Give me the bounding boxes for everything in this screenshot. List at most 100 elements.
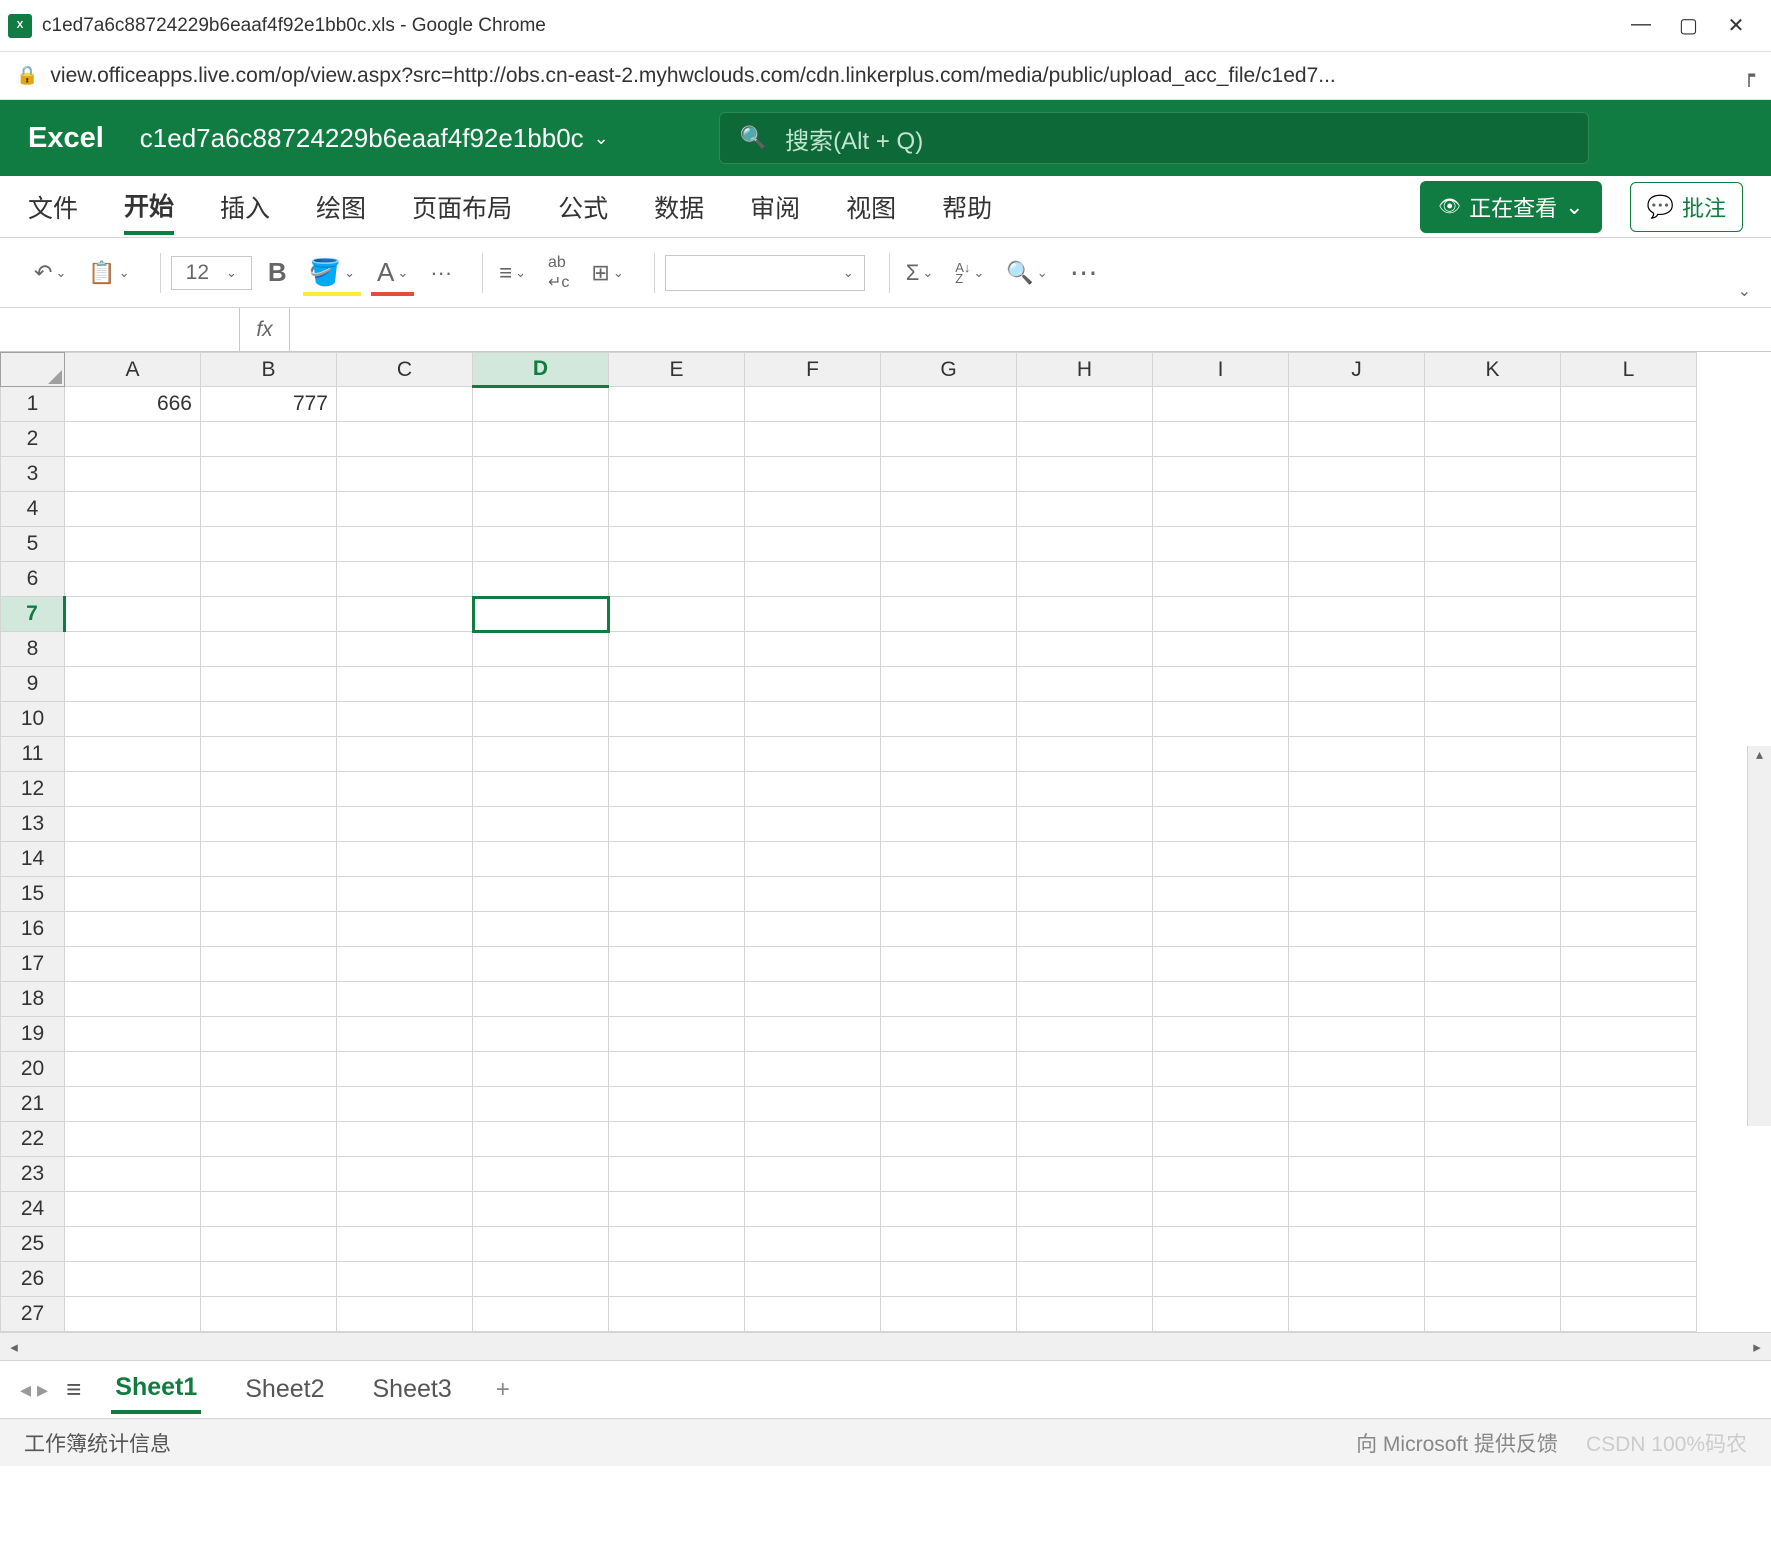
cell-G5[interactable] xyxy=(881,527,1017,562)
cell-E1[interactable] xyxy=(609,387,745,422)
wrap-text-button[interactable]: ab↵c xyxy=(542,250,575,296)
cell-D21[interactable] xyxy=(473,1087,609,1122)
cell-F9[interactable] xyxy=(745,667,881,702)
cell-C26[interactable] xyxy=(337,1262,473,1297)
row-header-5[interactable]: 5 xyxy=(1,527,65,562)
fill-color-button[interactable]: 🪣⌄ xyxy=(303,253,361,292)
column-header-H[interactable]: H xyxy=(1017,353,1153,387)
column-header-K[interactable]: K xyxy=(1425,353,1561,387)
tab-formulas[interactable]: 公式 xyxy=(558,181,608,233)
cell-K9[interactable] xyxy=(1425,667,1561,702)
cell-G9[interactable] xyxy=(881,667,1017,702)
cell-C6[interactable] xyxy=(337,562,473,597)
cell-K17[interactable] xyxy=(1425,947,1561,982)
cell-G21[interactable] xyxy=(881,1087,1017,1122)
cell-G10[interactable] xyxy=(881,702,1017,737)
cell-B13[interactable] xyxy=(201,807,337,842)
cell-D2[interactable] xyxy=(473,422,609,457)
cell-D14[interactable] xyxy=(473,842,609,877)
cell-K6[interactable] xyxy=(1425,562,1561,597)
cell-D7[interactable] xyxy=(473,597,609,632)
cell-L16[interactable] xyxy=(1561,912,1697,947)
cell-J3[interactable] xyxy=(1289,457,1425,492)
cell-E8[interactable] xyxy=(609,632,745,667)
undo-button[interactable]: ↶⌄ xyxy=(28,256,72,290)
cell-A25[interactable] xyxy=(65,1227,201,1262)
vertical-scrollbar[interactable]: ▴ xyxy=(1747,746,1771,1126)
column-header-F[interactable]: F xyxy=(745,353,881,387)
cell-C24[interactable] xyxy=(337,1192,473,1227)
cell-I14[interactable] xyxy=(1153,842,1289,877)
cell-G20[interactable] xyxy=(881,1052,1017,1087)
cell-L9[interactable] xyxy=(1561,667,1697,702)
row-header-22[interactable]: 22 xyxy=(1,1122,65,1157)
tab-draw[interactable]: 绘图 xyxy=(316,181,366,233)
tab-review[interactable]: 审阅 xyxy=(750,181,800,233)
autosum-button[interactable]: Σ⌄ xyxy=(900,256,940,290)
cell-B6[interactable] xyxy=(201,562,337,597)
cell-J24[interactable] xyxy=(1289,1192,1425,1227)
cell-I11[interactable] xyxy=(1153,737,1289,772)
cell-H8[interactable] xyxy=(1017,632,1153,667)
cell-A18[interactable] xyxy=(65,982,201,1017)
cell-K21[interactable] xyxy=(1425,1087,1561,1122)
tab-file[interactable]: 文件 xyxy=(28,181,78,233)
cell-G18[interactable] xyxy=(881,982,1017,1017)
cell-E27[interactable] xyxy=(609,1297,745,1332)
cell-I21[interactable] xyxy=(1153,1087,1289,1122)
cell-G19[interactable] xyxy=(881,1017,1017,1052)
cell-E26[interactable] xyxy=(609,1262,745,1297)
cell-B20[interactable] xyxy=(201,1052,337,1087)
cell-K10[interactable] xyxy=(1425,702,1561,737)
cell-H14[interactable] xyxy=(1017,842,1153,877)
row-header-3[interactable]: 3 xyxy=(1,457,65,492)
cell-C5[interactable] xyxy=(337,527,473,562)
cell-A13[interactable] xyxy=(65,807,201,842)
cell-B25[interactable] xyxy=(201,1227,337,1262)
cell-G26[interactable] xyxy=(881,1262,1017,1297)
cell-K13[interactable] xyxy=(1425,807,1561,842)
cell-B16[interactable] xyxy=(201,912,337,947)
cell-G22[interactable] xyxy=(881,1122,1017,1157)
row-header-26[interactable]: 26 xyxy=(1,1262,65,1297)
cell-G2[interactable] xyxy=(881,422,1017,457)
cell-B21[interactable] xyxy=(201,1087,337,1122)
cell-A26[interactable] xyxy=(65,1262,201,1297)
cell-J12[interactable] xyxy=(1289,772,1425,807)
cell-J21[interactable] xyxy=(1289,1087,1425,1122)
cell-K14[interactable] xyxy=(1425,842,1561,877)
cell-H21[interactable] xyxy=(1017,1087,1153,1122)
cell-E19[interactable] xyxy=(609,1017,745,1052)
cell-I27[interactable] xyxy=(1153,1297,1289,1332)
cell-B5[interactable] xyxy=(201,527,337,562)
number-format-selector[interactable]: ⌄ xyxy=(665,255,865,291)
zoom-icon[interactable]: ┍ xyxy=(1743,63,1755,88)
cell-F2[interactable] xyxy=(745,422,881,457)
cell-C19[interactable] xyxy=(337,1017,473,1052)
cell-K4[interactable] xyxy=(1425,492,1561,527)
cell-A17[interactable] xyxy=(65,947,201,982)
cell-D15[interactable] xyxy=(473,877,609,912)
cell-G24[interactable] xyxy=(881,1192,1017,1227)
row-header-17[interactable]: 17 xyxy=(1,947,65,982)
cell-A7[interactable] xyxy=(65,597,201,632)
feedback-link[interactable]: 向 Microsoft 提供反馈 xyxy=(1356,1428,1558,1458)
name-box[interactable] xyxy=(0,308,240,351)
row-header-11[interactable]: 11 xyxy=(1,737,65,772)
cell-I12[interactable] xyxy=(1153,772,1289,807)
cell-L24[interactable] xyxy=(1561,1192,1697,1227)
cell-E12[interactable] xyxy=(609,772,745,807)
cell-C23[interactable] xyxy=(337,1157,473,1192)
cell-F12[interactable] xyxy=(745,772,881,807)
comments-button[interactable]: 💬 批注 xyxy=(1630,182,1743,232)
cell-H23[interactable] xyxy=(1017,1157,1153,1192)
add-sheet-button[interactable]: + xyxy=(496,1376,510,1404)
more-commands-button[interactable]: ⋯ xyxy=(1064,252,1108,293)
row-header-25[interactable]: 25 xyxy=(1,1227,65,1262)
horizontal-scrollbar[interactable]: ◂ ▸ xyxy=(0,1332,1771,1360)
row-header-21[interactable]: 21 xyxy=(1,1087,65,1122)
cell-L19[interactable] xyxy=(1561,1017,1697,1052)
merge-button[interactable]: ⊞⌄ xyxy=(585,256,629,290)
cell-C9[interactable] xyxy=(337,667,473,702)
cell-G27[interactable] xyxy=(881,1297,1017,1332)
